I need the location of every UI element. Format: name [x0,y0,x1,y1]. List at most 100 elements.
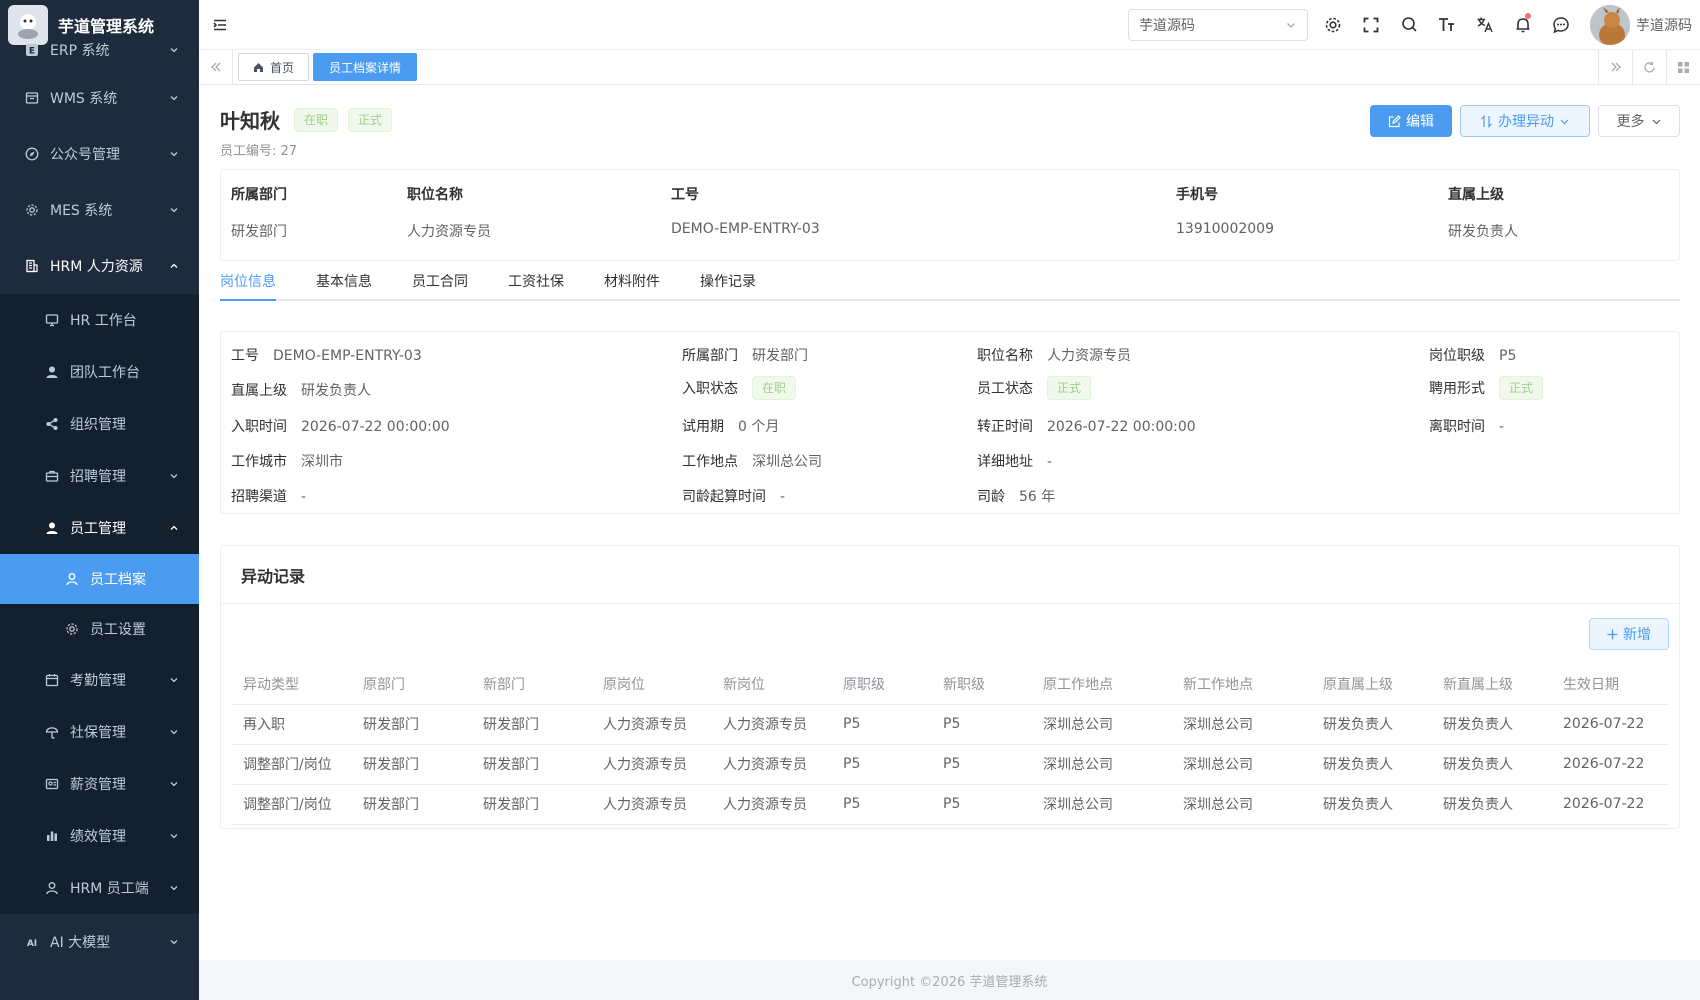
table-row[interactable]: 再入职 研发部门 研发部门 人力资源专员 人力资源专员 P5 P5 深圳总公司 … [231,704,1669,745]
menu-fold-icon[interactable] [199,0,241,50]
settings-gear-icon[interactable] [1314,0,1352,50]
more-button[interactable]: 更多 [1598,105,1680,137]
tab-basic[interactable]: 基本信息 [316,271,372,301]
table-cell: 人力资源专员 [711,784,831,825]
plus-icon [1607,629,1618,640]
field: 招聘渠道 - [231,486,306,506]
chevron-down-icon [1651,116,1662,127]
menu-item-hrm[interactable]: HRM 人力资源 [0,238,199,294]
menu-item-org[interactable]: 组织管理 [0,398,199,450]
menu-item-social[interactable]: 社保管理 [0,706,199,758]
tag-current-label: 员工档案详情 [329,60,402,75]
menu-label: WMS 系统 [50,91,118,107]
field-label: 司龄起算时间 [682,489,766,505]
menu-label: HRM 人力资源 [50,259,143,275]
tags-view: 首页 员工档案详情 [199,50,1700,85]
table-cell: 2026-07-22 [1551,704,1669,745]
column-header: 新职级 [931,664,1031,705]
warehouse-icon [24,90,40,106]
chevron-down-icon [169,779,179,789]
tag-home[interactable]: 首页 [238,53,310,81]
menu-item-employee-archive[interactable]: 员工档案 [0,554,199,604]
search-icon[interactable] [1390,0,1428,50]
menu-item-mes[interactable]: MES 系统 [0,182,199,238]
scroll-right-icon[interactable] [1598,50,1632,84]
menu-item-payroll[interactable]: 薪资管理 [0,758,199,810]
briefcase-icon [44,468,60,484]
menu-item-team-workbench[interactable]: 团队工作台 [0,346,199,398]
menu-label: 团队工作台 [70,365,140,381]
table-cell: 2026-07-22 [1551,784,1669,825]
menu-item-ai[interactable]: AI AI 大模型 [0,914,199,970]
field: 所属部门 研发部门 [682,345,808,365]
field-label: 离职时间 [1429,419,1485,435]
field: 转正时间 2026-07-22 00:00:00 [977,416,1196,436]
column-header: 原职级 [831,664,931,705]
scroll-left-icon[interactable] [199,50,233,84]
tab-position[interactable]: 岗位信息 [220,271,276,301]
tab-operation-log[interactable]: 操作记录 [700,271,756,301]
menu-item-hrm-employee[interactable]: HRM 员工端 [0,862,199,914]
type-badge: 正式 [348,107,393,132]
menu-label: 组织管理 [70,417,126,433]
font-size-icon[interactable] [1428,0,1466,50]
user-menu[interactable]: 芋道源码 [1590,4,1692,45]
tag-current[interactable]: 员工档案详情 [313,53,418,81]
summary-col: 直属上级 研发负责人 [1448,184,1518,241]
field: 聘用形式 正式 [1429,376,1544,400]
menu-item-hr-workbench[interactable]: HR 工作台 [0,294,199,346]
table-cell: 再入职 [231,704,351,745]
bell-icon[interactable] [1504,0,1542,50]
column-header: 异动类型 [231,664,351,705]
table-cell: 2026-07-22 [1551,744,1669,785]
menu-item-employee-settings[interactable]: 员工设置 [0,604,199,654]
menu-item-performance[interactable]: 绩效管理 [0,810,199,862]
table-cell: 研发部门 [471,744,591,785]
summary-label: 手机号 [1176,187,1218,203]
menu-label: 员工管理 [70,521,126,537]
fullscreen-icon[interactable] [1352,0,1390,50]
field: 入职状态 在职 [682,376,797,400]
field-label: 直属上级 [231,383,287,399]
table-row[interactable]: 调整部门/岗位 研发部门 研发部门 人力资源专员 人力资源专员 P5 P5 深圳… [231,784,1669,825]
table-cell: 深圳总公司 [1171,704,1311,745]
table-cell: 研发部门 [351,704,471,745]
changes-card: 异动记录 新增 异动类型 原部门 新部门 原岗位 新岗位 原职级 新职级 原工作… [220,545,1680,829]
menu-item-wms[interactable]: WMS 系统 [0,70,199,126]
field-value: 深圳总公司 [752,454,822,470]
add-change-button[interactable]: 新增 [1589,618,1669,650]
column-header: 生效日期 [1551,664,1669,705]
tab-label: 材料附件 [604,274,660,290]
message-icon[interactable] [1542,0,1580,50]
table-cell: 人力资源专员 [591,784,711,825]
menu-item-employee[interactable]: 员工管理 [0,502,199,554]
tenant-select[interactable]: 芋道源码 [1128,8,1308,41]
field: 离职时间 - [1429,416,1504,436]
field-value: 56 年 [1019,489,1056,505]
tenant-select-value: 芋道源码 [1139,17,1195,34]
field-label: 试用期 [682,419,724,435]
table-cell: P5 [831,784,931,825]
tags-menu-icon[interactable] [1666,50,1700,84]
edit-button[interactable]: 编辑 [1370,105,1452,137]
table-cell: 深圳总公司 [1031,744,1171,785]
refresh-icon[interactable] [1632,50,1666,84]
menu-item-erp[interactable]: E ERP 系统 [0,38,199,62]
table-cell: 研发负责人 [1431,744,1551,785]
field-value: 人力资源专员 [1047,348,1131,364]
notification-dot [1525,12,1531,19]
top-header: 芋道源码 芋道源码 [199,0,1700,50]
menu-item-recruit[interactable]: 招聘管理 [0,450,199,502]
menu-item-attendance[interactable]: 考勤管理 [0,654,199,706]
column-header: 新工作地点 [1171,664,1311,705]
changes-table-wrap: 异动类型 原部门 新部门 原岗位 新岗位 原职级 新职级 原工作地点 新工作地点… [231,664,1669,825]
tab-attachments[interactable]: 材料附件 [604,271,660,301]
menu-item-mp[interactable]: 公众号管理 [0,126,199,182]
transfer-button[interactable]: 办理异动 [1460,105,1590,137]
field: 工号 DEMO-EMP-ENTRY-03 [231,345,422,365]
table-row[interactable]: 调整部门/岗位 研发部门 研发部门 人力资源专员 人力资源专员 P5 P5 深圳… [231,744,1669,785]
summary-col: 手机号 13910002009 [1176,184,1274,237]
translate-icon[interactable] [1466,0,1504,50]
tab-contract[interactable]: 员工合同 [412,271,468,301]
tab-salary[interactable]: 工资社保 [508,271,564,301]
